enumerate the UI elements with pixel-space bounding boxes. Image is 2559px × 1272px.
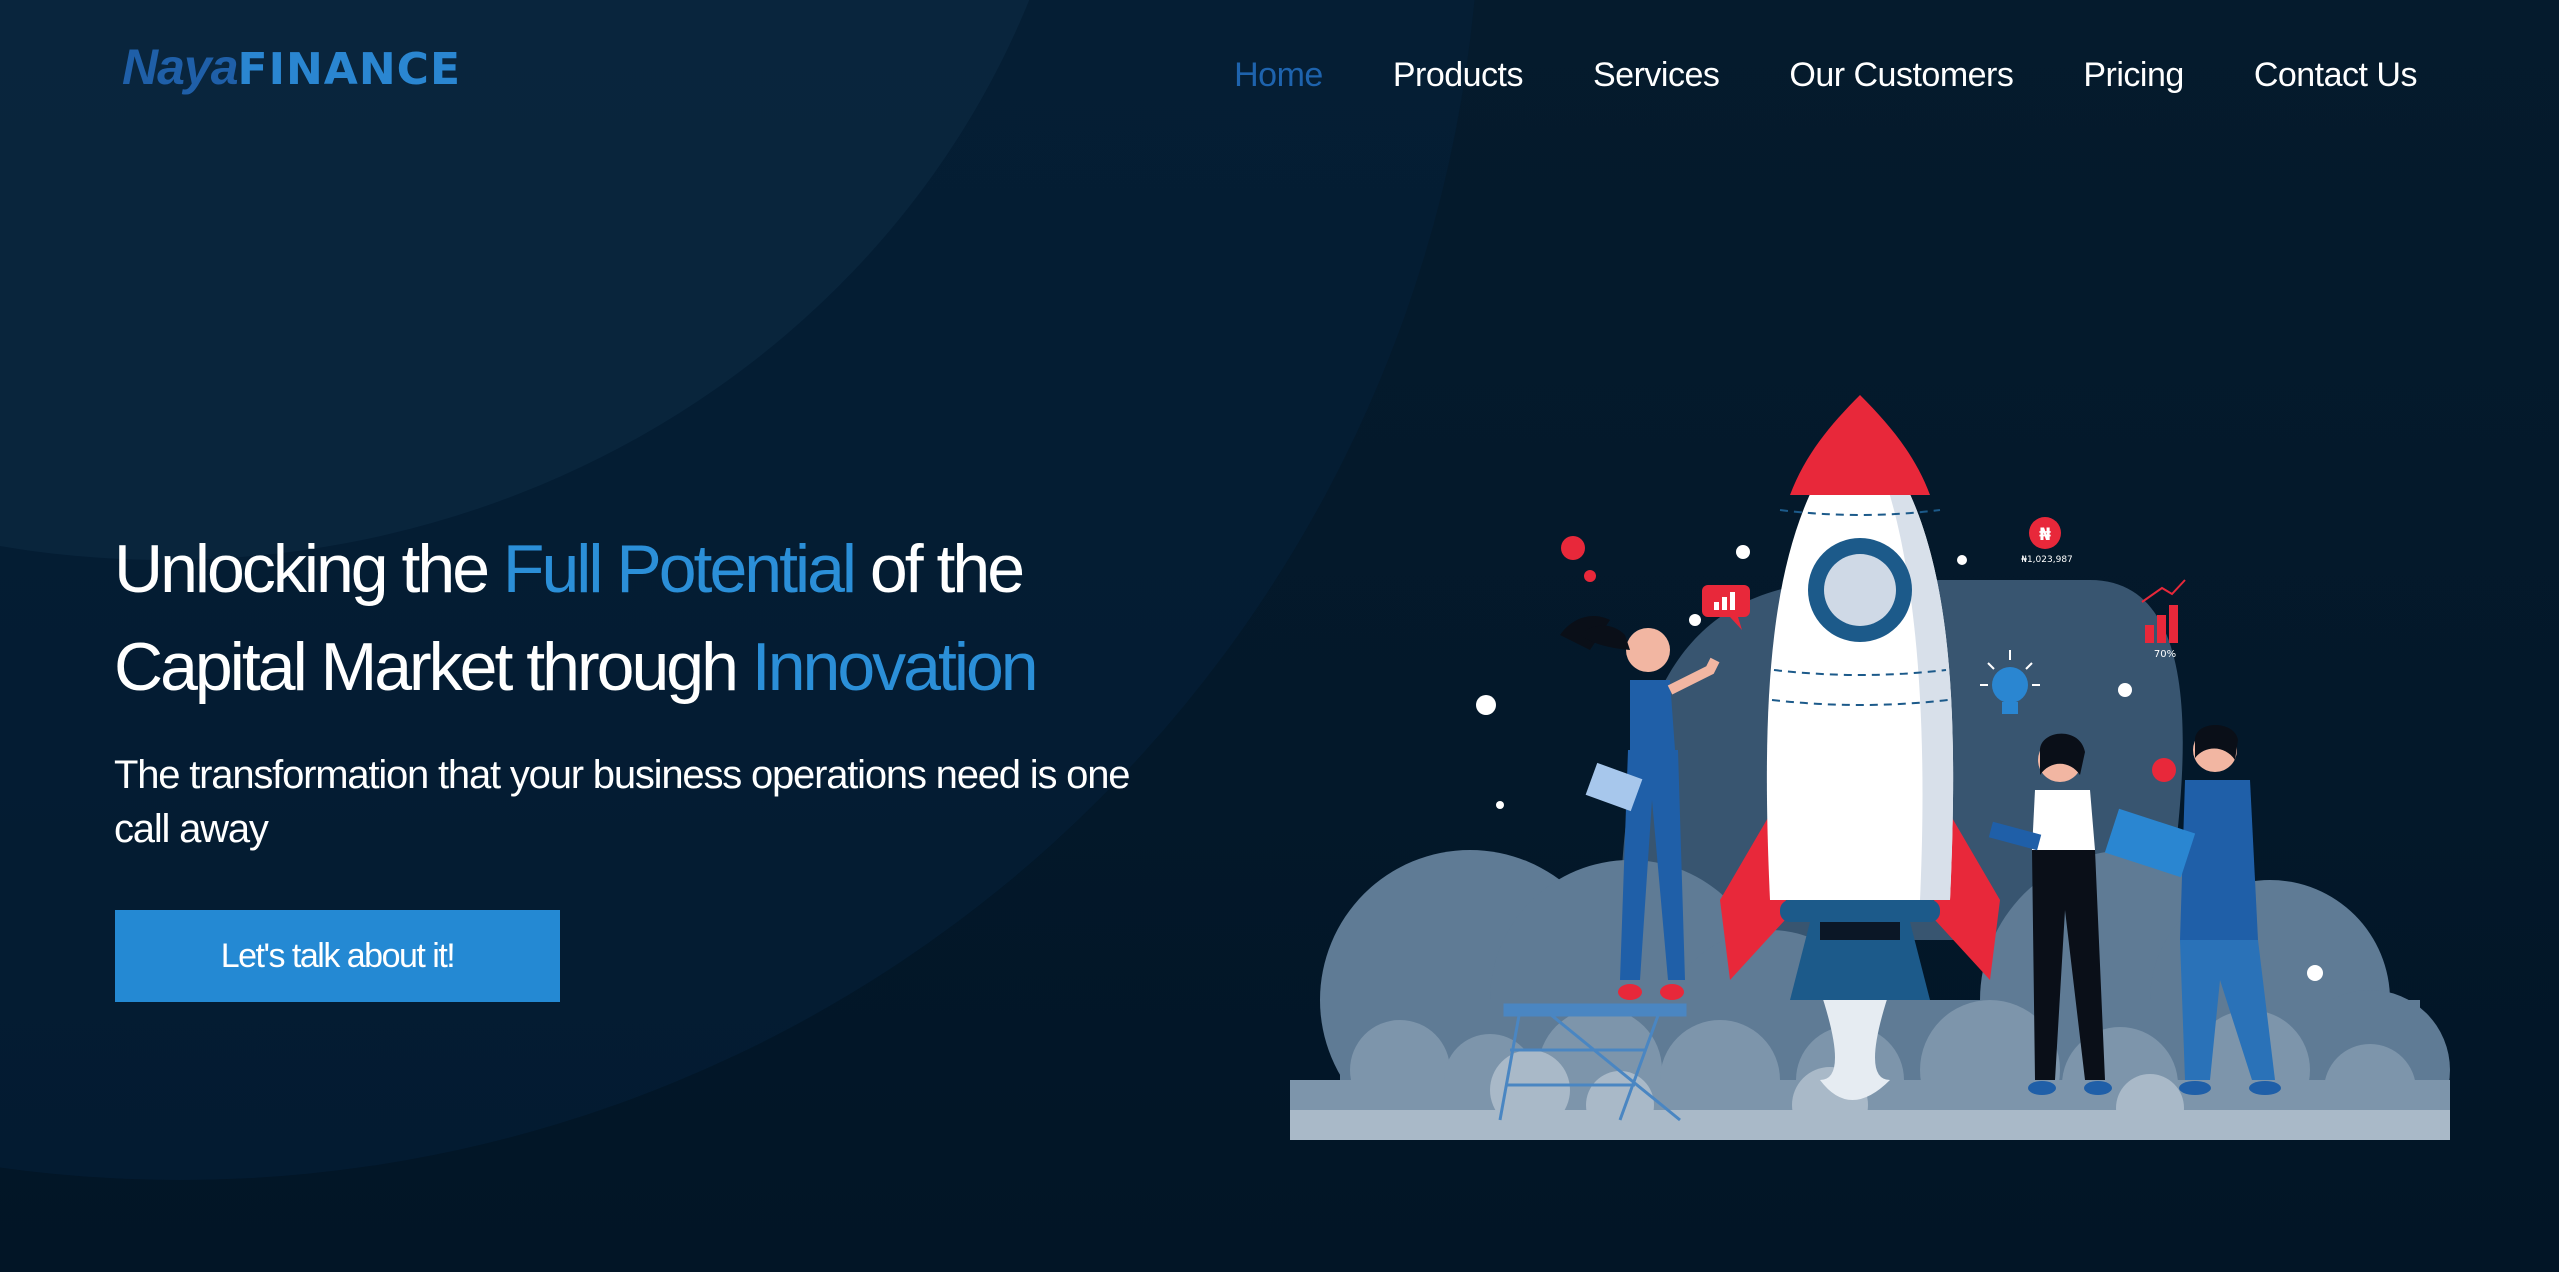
nav-our-customers[interactable]: Our Customers [1789, 56, 2014, 95]
logo-finance: FINANCE [237, 44, 462, 95]
rocket-nose [1790, 395, 1930, 495]
brand-logo[interactable]: NayaFINANCE [122, 38, 461, 96]
site-header: NayaFINANCE Home Products Services Our C… [0, 0, 2559, 160]
percent-label: 70% [2154, 649, 2176, 660]
naira-coin-icon: ₦ ₦1,023,987 [2021, 517, 2073, 565]
landing-page: NayaFINANCE Home Products Services Our C… [0, 0, 2559, 1272]
headline-highlight: Full Potential [502, 531, 857, 607]
rocket-launch-illustration: ₦ ₦1,023,987 70% [1290, 380, 2450, 1140]
currency-symbol: ₦ [2039, 525, 2051, 545]
main-nav: Home Products Services Our Customers Pri… [1234, 56, 2417, 95]
nav-pricing[interactable]: Pricing [2083, 56, 2184, 95]
logo-naya: Naya [122, 39, 239, 95]
hero-subtext: The transformation that your business op… [114, 753, 1131, 851]
nav-home[interactable]: Home [1234, 56, 1323, 95]
headline-highlight: Innovation [751, 629, 1039, 705]
hero-headline: Unlocking the Full Potential of the Capi… [114, 520, 1214, 716]
amount-label: ₦1,023,987 [2021, 555, 2073, 565]
rocket-nozzle-ring [1780, 900, 1940, 922]
nav-services[interactable]: Services [1593, 56, 1720, 95]
nav-contact-us[interactable]: Contact Us [2254, 56, 2418, 95]
lets-talk-button[interactable]: Let's talk about it! [115, 910, 560, 1002]
headline-text: of the [854, 531, 1025, 607]
nav-products[interactable]: Products [1393, 56, 1524, 95]
headline-text: Unlocking the [114, 531, 503, 607]
headline-text: Capital Market through [114, 629, 752, 705]
hero-section: Unlocking the Full Potential of the Capi… [114, 520, 1214, 856]
